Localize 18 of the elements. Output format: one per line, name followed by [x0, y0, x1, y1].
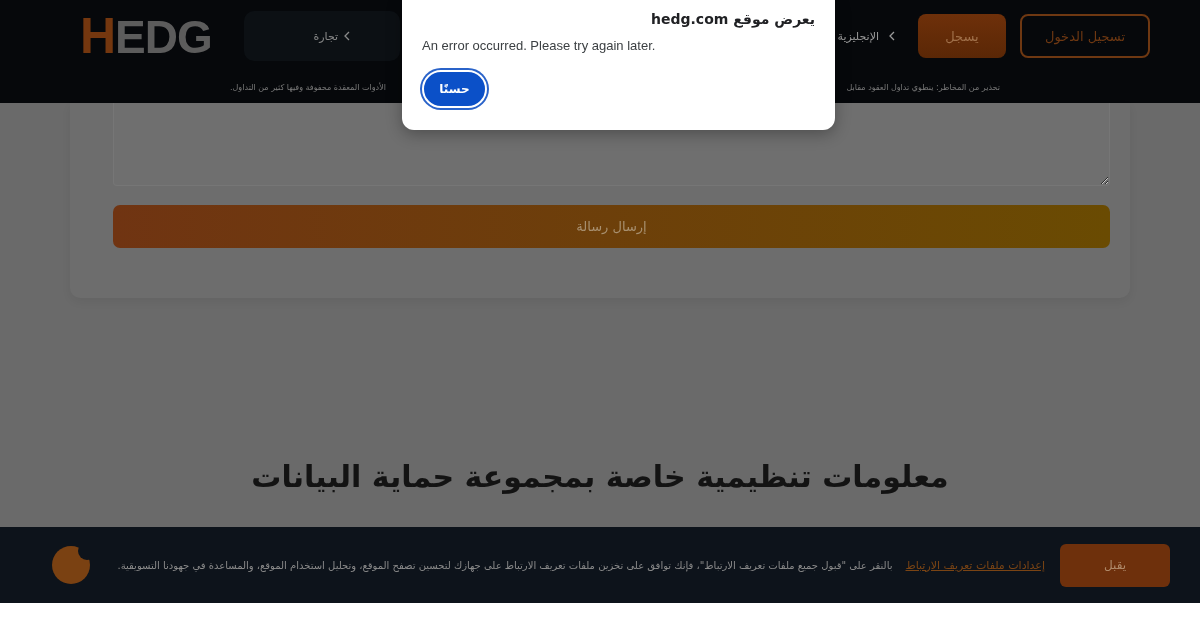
section-heading: معلومات تنظيمية خاصة بمجموعة حماية البيانات [250, 458, 950, 496]
hedg-logo[interactable]: HEDG [80, 10, 212, 62]
cookie-settings-link[interactable]: إعدادات ملفات تعريف الارتباط [905, 558, 1045, 572]
register-button[interactable]: يسجل [918, 14, 1006, 58]
ok-button[interactable]: حسنًا [422, 70, 487, 108]
chevron-left-icon [344, 31, 351, 41]
risk-warning-text: تحذير من المخاطر: ينطوي تداول العقود مقابل [846, 83, 1000, 92]
trade-menu[interactable]: تجارة [243, 11, 400, 61]
cookie-notice-text: بالنقر على "قبول جميع ملفات تعريف الارتباط"، فإنك توافق على تخزين ملفات تعريف الارتباط على جهازك لتحسين تصفح الموقع، وتحليل استخدام الموقع، والمساعدة في جهودنا التسويقية. [117, 559, 893, 571]
login-button[interactable]: تسجيل الدخول [1020, 14, 1150, 58]
language-menu[interactable]: الإنجليزية [837, 29, 895, 43]
dialog-message: An error occurred. Please try again later. [422, 38, 656, 53]
cookie-icon [52, 546, 90, 584]
dialog-title: يعرض موقع hedg.com [651, 10, 815, 30]
chevron-left-icon [889, 31, 895, 41]
send-message-button[interactable]: إرسال رسالة [113, 205, 1110, 248]
accept-cookies-button[interactable]: يقبل [1060, 543, 1170, 587]
risk-warning-text: الأدوات المعقدة محفوفة وفيها كثير من التداول. [230, 83, 386, 92]
